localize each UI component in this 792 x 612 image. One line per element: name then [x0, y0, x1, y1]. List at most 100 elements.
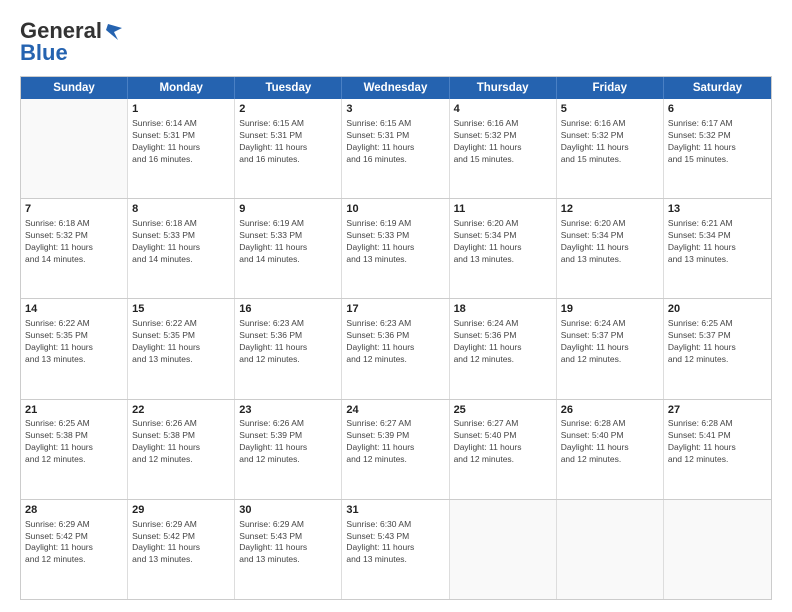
day-number: 26: [561, 403, 659, 418]
day-info: Sunrise: 6:24 AMSunset: 5:37 PMDaylight:…: [561, 318, 659, 366]
day-number: 16: [239, 302, 337, 317]
calendar-row-4: 21Sunrise: 6:25 AMSunset: 5:38 PMDayligh…: [21, 400, 771, 500]
calendar-cell: 19Sunrise: 6:24 AMSunset: 5:37 PMDayligh…: [557, 299, 664, 398]
calendar-header: SundayMondayTuesdayWednesdayThursdayFrid…: [21, 77, 771, 99]
day-number: 19: [561, 302, 659, 317]
day-info: Sunrise: 6:18 AMSunset: 5:32 PMDaylight:…: [25, 218, 123, 266]
day-info: Sunrise: 6:18 AMSunset: 5:33 PMDaylight:…: [132, 218, 230, 266]
day-number: 31: [346, 503, 444, 518]
calendar: SundayMondayTuesdayWednesdayThursdayFrid…: [20, 76, 772, 600]
calendar-cell: 3Sunrise: 6:15 AMSunset: 5:31 PMDaylight…: [342, 99, 449, 198]
calendar-cell: 9Sunrise: 6:19 AMSunset: 5:33 PMDaylight…: [235, 199, 342, 298]
calendar-cell: 6Sunrise: 6:17 AMSunset: 5:32 PMDaylight…: [664, 99, 771, 198]
calendar-row-2: 7Sunrise: 6:18 AMSunset: 5:32 PMDaylight…: [21, 199, 771, 299]
day-number: 21: [25, 403, 123, 418]
page: General Blue SundayMondayTuesdayWednesda…: [0, 0, 792, 612]
day-info: Sunrise: 6:21 AMSunset: 5:34 PMDaylight:…: [668, 218, 767, 266]
calendar-cell: 23Sunrise: 6:26 AMSunset: 5:39 PMDayligh…: [235, 400, 342, 499]
day-info: Sunrise: 6:26 AMSunset: 5:38 PMDaylight:…: [132, 418, 230, 466]
calendar-cell: 28Sunrise: 6:29 AMSunset: 5:42 PMDayligh…: [21, 500, 128, 599]
day-number: 24: [346, 403, 444, 418]
day-number: 27: [668, 403, 767, 418]
calendar-cell: 24Sunrise: 6:27 AMSunset: 5:39 PMDayligh…: [342, 400, 449, 499]
day-info: Sunrise: 6:27 AMSunset: 5:40 PMDaylight:…: [454, 418, 552, 466]
day-info: Sunrise: 6:23 AMSunset: 5:36 PMDaylight:…: [346, 318, 444, 366]
day-number: 3: [346, 102, 444, 117]
calendar-cell: 10Sunrise: 6:19 AMSunset: 5:33 PMDayligh…: [342, 199, 449, 298]
day-info: Sunrise: 6:28 AMSunset: 5:41 PMDaylight:…: [668, 418, 767, 466]
day-number: 6: [668, 102, 767, 117]
calendar-cell: 30Sunrise: 6:29 AMSunset: 5:43 PMDayligh…: [235, 500, 342, 599]
day-number: 1: [132, 102, 230, 117]
day-info: Sunrise: 6:14 AMSunset: 5:31 PMDaylight:…: [132, 118, 230, 166]
day-number: 10: [346, 202, 444, 217]
calendar-cell: 7Sunrise: 6:18 AMSunset: 5:32 PMDaylight…: [21, 199, 128, 298]
day-number: 2: [239, 102, 337, 117]
day-info: Sunrise: 6:20 AMSunset: 5:34 PMDaylight:…: [454, 218, 552, 266]
day-info: Sunrise: 6:22 AMSunset: 5:35 PMDaylight:…: [132, 318, 230, 366]
calendar-cell: 17Sunrise: 6:23 AMSunset: 5:36 PMDayligh…: [342, 299, 449, 398]
calendar-cell: 18Sunrise: 6:24 AMSunset: 5:36 PMDayligh…: [450, 299, 557, 398]
calendar-cell: [557, 500, 664, 599]
header-day-sunday: Sunday: [21, 77, 128, 99]
day-number: 29: [132, 503, 230, 518]
calendar-cell: 25Sunrise: 6:27 AMSunset: 5:40 PMDayligh…: [450, 400, 557, 499]
day-info: Sunrise: 6:23 AMSunset: 5:36 PMDaylight:…: [239, 318, 337, 366]
day-number: 7: [25, 202, 123, 217]
header-day-thursday: Thursday: [450, 77, 557, 99]
day-number: 25: [454, 403, 552, 418]
calendar-cell: 5Sunrise: 6:16 AMSunset: 5:32 PMDaylight…: [557, 99, 664, 198]
day-info: Sunrise: 6:19 AMSunset: 5:33 PMDaylight:…: [346, 218, 444, 266]
header-day-saturday: Saturday: [664, 77, 771, 99]
logo-blue: Blue: [20, 40, 68, 66]
day-info: Sunrise: 6:26 AMSunset: 5:39 PMDaylight:…: [239, 418, 337, 466]
day-info: Sunrise: 6:16 AMSunset: 5:32 PMDaylight:…: [454, 118, 552, 166]
day-number: 15: [132, 302, 230, 317]
day-number: 20: [668, 302, 767, 317]
day-number: 17: [346, 302, 444, 317]
calendar-cell: 15Sunrise: 6:22 AMSunset: 5:35 PMDayligh…: [128, 299, 235, 398]
calendar-row-5: 28Sunrise: 6:29 AMSunset: 5:42 PMDayligh…: [21, 500, 771, 599]
day-number: 8: [132, 202, 230, 217]
day-info: Sunrise: 6:15 AMSunset: 5:31 PMDaylight:…: [239, 118, 337, 166]
calendar-cell: [664, 500, 771, 599]
calendar-cell: 4Sunrise: 6:16 AMSunset: 5:32 PMDaylight…: [450, 99, 557, 198]
calendar-cell: 11Sunrise: 6:20 AMSunset: 5:34 PMDayligh…: [450, 199, 557, 298]
calendar-cell: 27Sunrise: 6:28 AMSunset: 5:41 PMDayligh…: [664, 400, 771, 499]
day-info: Sunrise: 6:29 AMSunset: 5:42 PMDaylight:…: [132, 519, 230, 567]
day-info: Sunrise: 6:28 AMSunset: 5:40 PMDaylight:…: [561, 418, 659, 466]
day-info: Sunrise: 6:29 AMSunset: 5:43 PMDaylight:…: [239, 519, 337, 567]
day-info: Sunrise: 6:25 AMSunset: 5:37 PMDaylight:…: [668, 318, 767, 366]
calendar-row-1: 1Sunrise: 6:14 AMSunset: 5:31 PMDaylight…: [21, 99, 771, 199]
day-number: 9: [239, 202, 337, 217]
day-number: 22: [132, 403, 230, 418]
day-info: Sunrise: 6:19 AMSunset: 5:33 PMDaylight:…: [239, 218, 337, 266]
day-info: Sunrise: 6:22 AMSunset: 5:35 PMDaylight:…: [25, 318, 123, 366]
calendar-cell: 31Sunrise: 6:30 AMSunset: 5:43 PMDayligh…: [342, 500, 449, 599]
calendar-body: 1Sunrise: 6:14 AMSunset: 5:31 PMDaylight…: [21, 99, 771, 599]
calendar-cell: [450, 500, 557, 599]
calendar-cell: 16Sunrise: 6:23 AMSunset: 5:36 PMDayligh…: [235, 299, 342, 398]
day-info: Sunrise: 6:24 AMSunset: 5:36 PMDaylight:…: [454, 318, 552, 366]
calendar-cell: [21, 99, 128, 198]
calendar-cell: 1Sunrise: 6:14 AMSunset: 5:31 PMDaylight…: [128, 99, 235, 198]
day-number: 18: [454, 302, 552, 317]
day-number: 11: [454, 202, 552, 217]
header: General Blue: [20, 18, 772, 66]
header-day-tuesday: Tuesday: [235, 77, 342, 99]
calendar-cell: 29Sunrise: 6:29 AMSunset: 5:42 PMDayligh…: [128, 500, 235, 599]
day-number: 14: [25, 302, 123, 317]
logo-bird-icon: [104, 22, 122, 40]
day-number: 13: [668, 202, 767, 217]
calendar-cell: 26Sunrise: 6:28 AMSunset: 5:40 PMDayligh…: [557, 400, 664, 499]
calendar-row-3: 14Sunrise: 6:22 AMSunset: 5:35 PMDayligh…: [21, 299, 771, 399]
day-number: 5: [561, 102, 659, 117]
day-info: Sunrise: 6:17 AMSunset: 5:32 PMDaylight:…: [668, 118, 767, 166]
day-info: Sunrise: 6:29 AMSunset: 5:42 PMDaylight:…: [25, 519, 123, 567]
header-day-friday: Friday: [557, 77, 664, 99]
calendar-cell: 21Sunrise: 6:25 AMSunset: 5:38 PMDayligh…: [21, 400, 128, 499]
calendar-cell: 13Sunrise: 6:21 AMSunset: 5:34 PMDayligh…: [664, 199, 771, 298]
header-day-wednesday: Wednesday: [342, 77, 449, 99]
day-number: 28: [25, 503, 123, 518]
day-number: 12: [561, 202, 659, 217]
